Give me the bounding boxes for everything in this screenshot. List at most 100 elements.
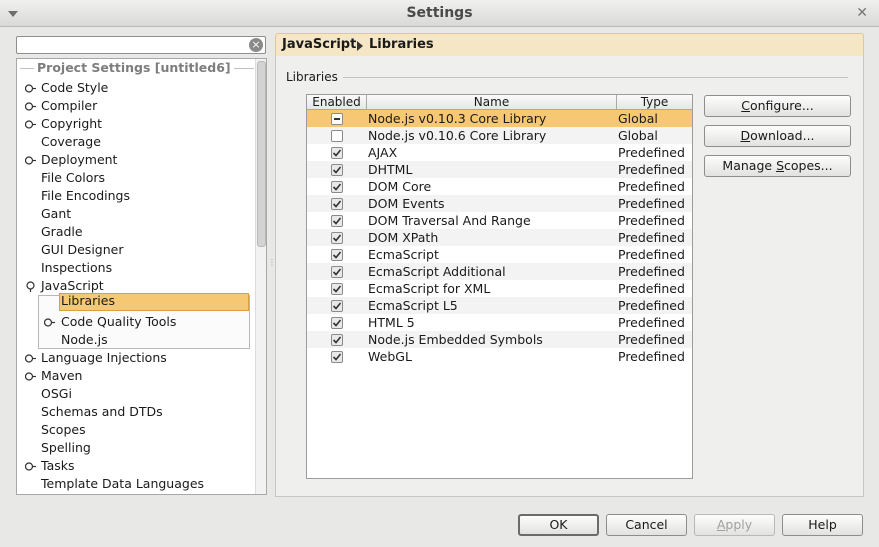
checkbox-checked-icon[interactable]	[331, 317, 343, 329]
checkbox-checked-icon[interactable]	[331, 249, 343, 261]
breadcrumb-separator-icon	[357, 41, 363, 51]
tree-item-code-quality-tools[interactable]: Code Quality Tools	[17, 313, 253, 331]
table-row[interactable]: AJAX Predefined	[307, 144, 692, 161]
close-icon[interactable]: ✕	[856, 5, 868, 21]
table-row[interactable]: Node.js v0.10.3 Core Library Global	[307, 110, 692, 127]
table-row[interactable]: EcmaScript Predefined	[307, 246, 692, 263]
library-name: AJAX	[368, 145, 398, 160]
tree-item-label: Template Data Languages	[41, 476, 205, 491]
tree-item-maven[interactable]: Maven	[17, 367, 253, 385]
table-row[interactable]: EcmaScript Additional Predefined	[307, 263, 692, 280]
table-row[interactable]: DOM Traversal And Range Predefined	[307, 212, 692, 229]
checkbox-partial-icon[interactable]	[331, 113, 343, 125]
library-type: Predefined	[618, 213, 685, 228]
breadcrumb-current: Libraries	[369, 37, 434, 52]
checkbox-checked-icon[interactable]	[331, 266, 343, 278]
library-type: Global	[618, 128, 658, 143]
tree-item-label: Gradle	[41, 224, 83, 239]
library-name: EcmaScript L5	[368, 298, 458, 313]
table-row[interactable]: EcmaScript L5 Predefined	[307, 297, 692, 314]
table-row[interactable]: DHTML Predefined	[307, 161, 692, 178]
download-button[interactable]: Download...	[704, 125, 851, 147]
checkbox-checked-icon[interactable]	[331, 300, 343, 312]
column-header-type[interactable]: Type	[617, 95, 692, 110]
tree-item-coverage[interactable]: Coverage	[17, 133, 253, 151]
library-name: WebGL	[368, 349, 412, 364]
tree-item-template-data-languages[interactable]: Template Data Languages	[17, 475, 253, 493]
tree-scrollbar-thumb[interactable]	[257, 61, 266, 247]
tree-item-gant[interactable]: Gant	[17, 205, 253, 223]
splitter-handle[interactable]: ⋮	[268, 258, 276, 270]
checkbox-checked-icon[interactable]	[331, 164, 343, 176]
library-type: Predefined	[618, 332, 685, 347]
checkbox-checked-icon[interactable]	[331, 283, 343, 295]
clear-search-icon[interactable]: ×	[249, 38, 263, 52]
expander-collapsed-icon[interactable]	[25, 461, 36, 472]
table-row[interactable]: WebGL Predefined	[307, 348, 692, 365]
tree-item-osgi[interactable]: OSGi	[17, 385, 253, 403]
help-button[interactable]: Help	[782, 514, 863, 536]
expander-collapsed-icon[interactable]	[25, 353, 36, 364]
checkbox-checked-icon[interactable]	[331, 147, 343, 159]
tree-item-language-injections[interactable]: Language Injections	[17, 349, 253, 367]
cancel-button[interactable]: Cancel	[606, 514, 687, 536]
tree-item-copyright[interactable]: Copyright	[17, 115, 253, 133]
tree-item-schemas-and-dtds[interactable]: Schemas and DTDs	[17, 403, 253, 421]
table-row[interactable]: HTML 5 Predefined	[307, 314, 692, 331]
tree-item-gui-designer[interactable]: GUI Designer	[17, 241, 253, 259]
table-row[interactable]: DOM Events Predefined	[307, 195, 692, 212]
table-header: Enabled Name Type	[307, 95, 692, 110]
table-row[interactable]: Node.js v0.10.6 Core Library Global	[307, 127, 692, 144]
library-type: Predefined	[618, 264, 685, 279]
tree-item-code-style[interactable]: Code Style	[17, 79, 253, 97]
checkbox-unchecked-icon[interactable]	[331, 130, 343, 142]
checkbox-checked-icon[interactable]	[331, 334, 343, 346]
tree-item-tasks[interactable]: Tasks	[17, 457, 253, 475]
expander-expanded-icon[interactable]	[25, 281, 36, 292]
tree-item-compiler[interactable]: Compiler	[17, 97, 253, 115]
expander-collapsed-icon[interactable]	[25, 83, 36, 94]
checkbox-checked-icon[interactable]	[331, 181, 343, 193]
expander-collapsed-icon[interactable]	[44, 317, 55, 328]
library-type: Predefined	[618, 196, 685, 211]
breadcrumb-parent[interactable]: JavaScript	[282, 34, 356, 56]
search-input[interactable]: ×	[16, 36, 266, 54]
tree-item-file-colors[interactable]: File Colors	[17, 169, 253, 187]
manage-scopes-button[interactable]: Manage Scopes...	[704, 155, 851, 177]
table-row[interactable]: EcmaScript for XML Predefined	[307, 280, 692, 297]
tree-item-spelling[interactable]: Spelling	[17, 439, 253, 457]
tree-item-label: Language Injections	[41, 350, 167, 365]
tree-item-node-js[interactable]: Node.js	[17, 331, 253, 349]
tree-item-deployment[interactable]: Deployment	[17, 151, 253, 169]
expander-collapsed-icon[interactable]	[25, 101, 36, 112]
tree-item-label: Scopes	[41, 422, 86, 437]
library-type: Predefined	[618, 298, 685, 313]
library-name: Node.js Embedded Symbols	[368, 332, 543, 347]
ok-button[interactable]: OK	[518, 514, 599, 536]
checkbox-checked-icon[interactable]	[331, 351, 343, 363]
tree-item-scopes[interactable]: Scopes	[17, 421, 253, 439]
tree-item-inspections[interactable]: Inspections	[17, 259, 253, 277]
library-name: HTML 5	[368, 315, 415, 330]
expander-collapsed-icon[interactable]	[25, 155, 36, 166]
tree-item-label: Maven	[41, 368, 83, 383]
tree-item-label: Coverage	[41, 134, 101, 149]
title-bar: Settings ✕	[0, 0, 879, 27]
column-header-name[interactable]: Name	[367, 95, 617, 110]
configure-button[interactable]: Configure...	[704, 95, 851, 117]
tree-item-file-encodings[interactable]: File Encodings	[17, 187, 253, 205]
expander-collapsed-icon[interactable]	[25, 371, 36, 382]
tree-item-libraries[interactable]: Libraries	[59, 293, 249, 311]
column-header-enabled[interactable]: Enabled	[307, 95, 367, 110]
apply-button[interactable]: Apply	[694, 514, 775, 536]
table-row[interactable]: DOM XPath Predefined	[307, 229, 692, 246]
tree-item-label: Code Style	[41, 80, 109, 95]
table-row[interactable]: DOM Core Predefined	[307, 178, 692, 195]
checkbox-checked-icon[interactable]	[331, 215, 343, 227]
checkbox-checked-icon[interactable]	[331, 198, 343, 210]
table-row[interactable]: Node.js Embedded Symbols Predefined	[307, 331, 692, 348]
checkbox-checked-icon[interactable]	[331, 232, 343, 244]
expander-collapsed-icon[interactable]	[25, 119, 36, 130]
tree-scrollbar[interactable]	[255, 59, 266, 494]
tree-item-gradle[interactable]: Gradle	[17, 223, 253, 241]
